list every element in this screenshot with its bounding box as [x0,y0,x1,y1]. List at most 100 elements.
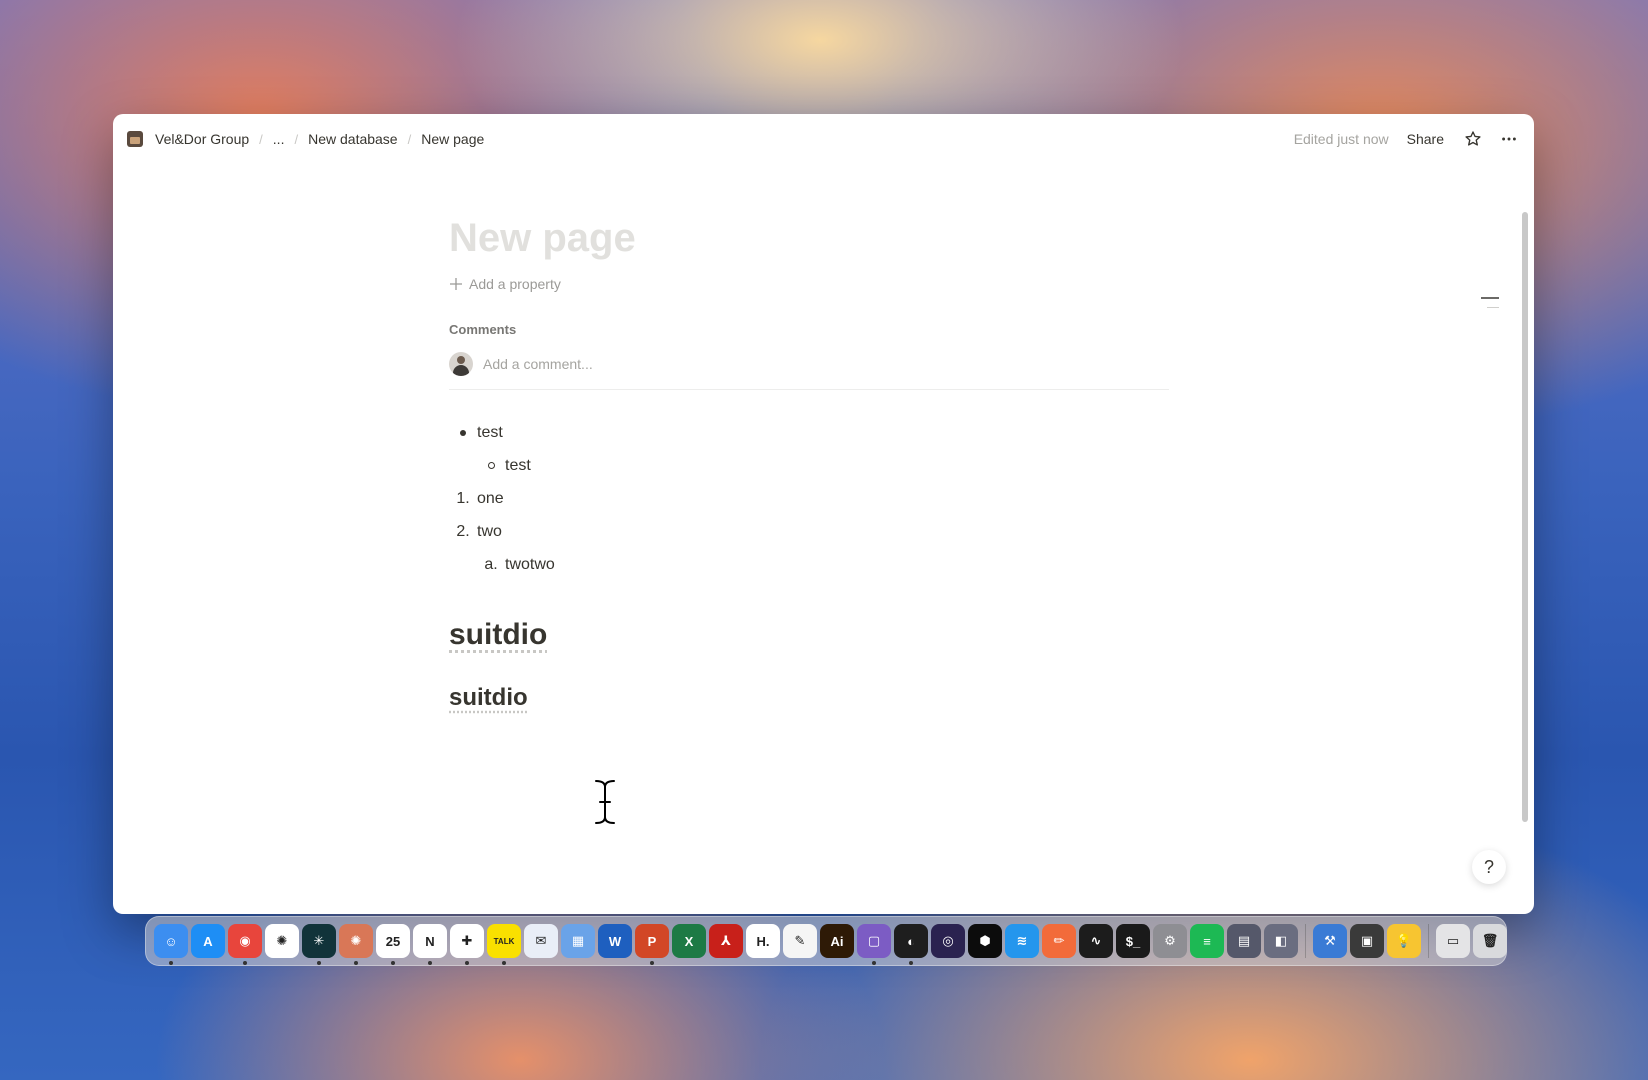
app-store-icon[interactable]: A [191,924,225,958]
kakaotalk-icon[interactable]: TALK [487,924,521,965]
xcode-icon[interactable]: ⚒ [1313,924,1347,958]
top-bar: Vel&Dor Group / ... / New database / New… [113,114,1534,164]
figma-icon[interactable]: ◐ [894,924,928,965]
running-indicator [169,961,173,965]
running-indicator [465,961,469,965]
qr-icon[interactable]: ▣ [1350,924,1384,958]
activity-monitor-icon[interactable]: ∿ [1079,924,1113,958]
app-grid-icon[interactable]: ▤ [1227,924,1261,958]
star-icon [1465,131,1481,146]
help-button[interactable]: ? [1472,850,1506,884]
calendar-icon[interactable]: 25 [376,924,410,965]
bullet-marker [477,462,505,469]
perplexity-icon[interactable]: ✳ [302,924,336,965]
pencil-icon[interactable]: ✏ [1042,924,1076,958]
numbered-list-item[interactable]: 2. two [449,515,1169,548]
number-marker: a. [484,555,498,573]
claude-icon[interactable]: ✺ [339,924,373,965]
running-indicator [650,961,654,965]
favorite-button[interactable] [1462,128,1484,150]
slack-icon[interactable]: ✚ [450,924,484,965]
content-blocks: test test 1. one 2. two a. twotwo suitdi… [449,416,1169,715]
illustrator-icon[interactable]: Ai [820,924,854,958]
chrome-icon[interactable]: ◉ [228,924,262,965]
running-indicator [872,961,876,965]
text-cursor-icon [593,778,617,826]
chatgpt-icon[interactable]: ✺ [265,924,299,958]
breadcrumb-workspace[interactable]: Vel&Dor Group [151,129,253,149]
avatar [449,352,473,376]
word-icon[interactable]: W [598,924,632,958]
teams-icon[interactable]: ▦ [561,924,595,958]
plus-icon [450,278,462,290]
running-indicator [317,961,321,965]
notion-window: Vel&Dor Group / ... / New database / New… [113,114,1534,914]
dock-separator [1305,924,1306,958]
page-title[interactable]: New page [449,214,1169,262]
heading-2-block[interactable]: suitdio [449,681,1169,715]
breadcrumb-ellipsis[interactable]: ... [269,129,289,149]
bulleted-list-item-nested[interactable]: test [449,449,1169,482]
utility-icon[interactable]: ◧ [1264,924,1298,958]
docker-icon[interactable]: ≋ [1005,924,1039,958]
workspace-icon [127,131,143,147]
notion-icon[interactable]: N [413,924,447,965]
excel-icon[interactable]: X [672,924,706,958]
comment-row: Add a comment... [449,351,1169,390]
bullet-marker [449,429,477,436]
page-content: New page Add a property Comments Add a c… [449,214,1169,715]
list-item-text: test [505,456,531,474]
comments-label: Comments [449,322,517,337]
heading-1-block[interactable]: suitdio [449,615,1169,655]
list-item-text: two [477,522,502,540]
help-icon: ? [1483,856,1494,877]
list-item-text: twotwo [505,555,555,573]
running-indicator [243,961,247,965]
acrobat-icon[interactable]: ⅄ [709,924,743,958]
running-indicator [502,961,506,965]
breadcrumb-separator: / [259,131,263,147]
spotify-icon[interactable]: ≡ [1190,924,1224,958]
list-item-text: test [477,423,503,441]
scrollbar[interactable] [1522,212,1528,822]
powerpoint-icon[interactable]: P [635,924,669,965]
bulleted-list-item[interactable]: test [449,416,1169,449]
breadcrumb-page[interactable]: New page [417,129,488,149]
breadcrumb-database[interactable]: New database [304,129,402,149]
system-settings-icon[interactable]: ⚙ [1153,924,1187,958]
numbered-list-item-nested[interactable]: a. twotwo [449,548,1169,581]
terminal-icon[interactable]: $_ [1116,924,1150,958]
more-horizontal-icon [1502,137,1516,141]
number-marker: 2. [456,522,470,540]
top-actions: Edited just now Share [1294,128,1520,150]
number-marker: 1. [456,489,470,507]
add-property-button[interactable]: Add a property [449,276,1169,292]
dock: ☺ A ◉ ✺ ✳ ✺ 25 N ✚ TALK ✉ ▦ W P X ⅄ H. ✎ Ai ▢ ◐ ◎ ⬢ ≋ ✏ ∿ $_ ⚙ ≡ ▤ ◧ ⚒ ▣… [145,916,1507,966]
running-indicator [391,961,395,965]
trash-icon[interactable]: 🗑 [1473,924,1507,958]
hangul-icon[interactable]: H. [746,924,780,958]
screenshot-icon[interactable]: ▢ [857,924,891,965]
share-button[interactable]: Share [1403,129,1448,149]
finder-icon[interactable]: ☺ [154,924,188,965]
comment-input[interactable]: Add a comment... [483,356,593,372]
table-of-contents-icon[interactable] [1481,297,1499,316]
mail-icon[interactable]: ✉ [524,924,558,958]
textedit-icon[interactable]: ✎ [783,924,817,958]
more-button[interactable] [1498,128,1520,150]
running-indicator [354,961,358,965]
breadcrumb-separator: / [407,131,412,147]
cursor-app-icon[interactable]: ⬢ [968,924,1002,958]
add-property-label: Add a property [469,276,561,292]
breadcrumb-separator: / [294,131,299,147]
obs-icon[interactable]: ◎ [931,924,965,958]
list-item-text: one [477,489,504,507]
numbered-list-item[interactable]: 1. one [449,482,1169,515]
running-indicator [428,961,432,965]
breadcrumb: Vel&Dor Group / ... / New database / New… [127,129,488,149]
tips-icon[interactable]: 💡 [1387,924,1421,958]
running-indicator [909,961,913,965]
dock-separator [1428,924,1429,958]
downloads-folder-icon[interactable]: ▭ [1436,924,1470,958]
edited-status: Edited just now [1293,131,1389,147]
